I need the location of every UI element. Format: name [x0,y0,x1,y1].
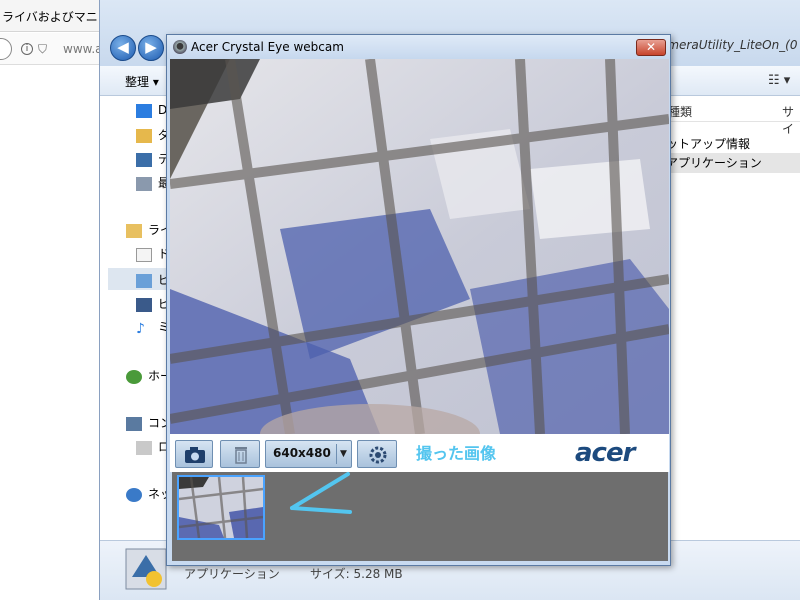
documents-icon [136,247,152,262]
browser-tab[interactable]: ライバおよびマニ [0,0,100,32]
info-icon[interactable]: i [21,43,33,55]
desktop-icon [136,152,152,167]
chevron-down-icon[interactable]: ▼ [336,444,350,464]
annotation-arrow-icon [290,472,352,514]
annotation-label: 撮った画像 [416,444,497,463]
address-path[interactable]: ameraUtility_LiteOn_(0 [660,38,797,52]
browser-window: ライバおよびマニ i ⛉ www.a [0,0,103,600]
trash-icon [235,447,247,464]
camera-preview [170,59,669,434]
preview-image [170,59,669,434]
column-size[interactable]: サイ [782,103,800,137]
captured-thumbnail[interactable] [177,475,265,540]
nav-item-local-disk[interactable]: ロ [136,438,170,456]
music-icon: ♪ [136,320,145,337]
delete-button[interactable] [220,440,260,468]
videos-icon [136,297,152,312]
control-bar: 640x480 ▼ 撮った画像 acer [170,434,669,472]
browser-nav-bar: i ⛉ www.a [0,33,103,65]
view-options-icon[interactable]: ☷ ▾ [768,73,790,88]
close-button[interactable]: ✕ [636,39,666,56]
column-header: 種類 サイ [666,100,800,136]
resolution-select[interactable]: 640x480 ▼ [265,440,352,468]
homegroup-icon [126,369,142,384]
shield-icon[interactable]: ⛉ [38,42,47,57]
status-size: サイズ: 5.28 MB [310,567,403,581]
nav-item-documents[interactable]: ド [136,245,170,263]
webcam-titlebar[interactable]: Acer Crystal Eye webcam ✕ [167,35,670,59]
gear-icon [369,446,387,464]
browser-tab-title: ライバおよびマニ [2,10,98,24]
nav-item-pictures[interactable]: ピ [136,271,170,289]
network-icon [126,487,142,502]
window-title: Acer Crystal Eye webcam [191,40,344,54]
library-icon [126,223,142,238]
captured-gallery [172,472,668,561]
nav-item-download[interactable]: ダ [136,126,170,144]
organize-button[interactable]: 整理 ▾ [125,73,159,90]
nav-item-recent[interactable]: 最 [136,174,170,192]
pictures-icon [136,273,152,288]
download-folder-icon [136,128,152,143]
column-type[interactable]: 種類 [668,103,692,120]
nav-item-music[interactable]: ♪ ミ [136,318,170,337]
browser-url[interactable]: www.a [63,42,103,56]
webcam-window: Acer Crystal Eye webcam ✕ 640x480 ▼ 撮った画… [166,34,671,566]
capture-button[interactable] [175,440,213,468]
acer-logo: acer [575,438,635,468]
thumbnail-image [179,477,263,538]
file-row-setup-info[interactable]: ットアップ情報 [666,135,750,152]
installer-icon [125,548,167,590]
disk-icon [136,440,152,455]
camera-icon [185,447,205,463]
nav-item-dropbox[interactable]: D [136,103,167,121]
settings-button[interactable] [357,440,397,468]
browser-back-icon[interactable] [0,38,12,60]
recent-places-icon [136,176,152,191]
status-type: アプリケーション [184,567,280,581]
file-row-application[interactable]: アプリケーション [660,153,800,173]
webcam-icon [173,40,187,54]
resolution-value: 640x480 [273,446,331,460]
computer-icon [126,416,142,431]
back-arrow-icon[interactable]: ◀ [110,35,136,61]
nav-item-desktop[interactable]: デ [136,150,170,168]
dropbox-icon [136,103,152,118]
nav-item-videos[interactable]: ビ [136,295,170,313]
forward-arrow-icon[interactable]: ▶ [138,35,164,61]
